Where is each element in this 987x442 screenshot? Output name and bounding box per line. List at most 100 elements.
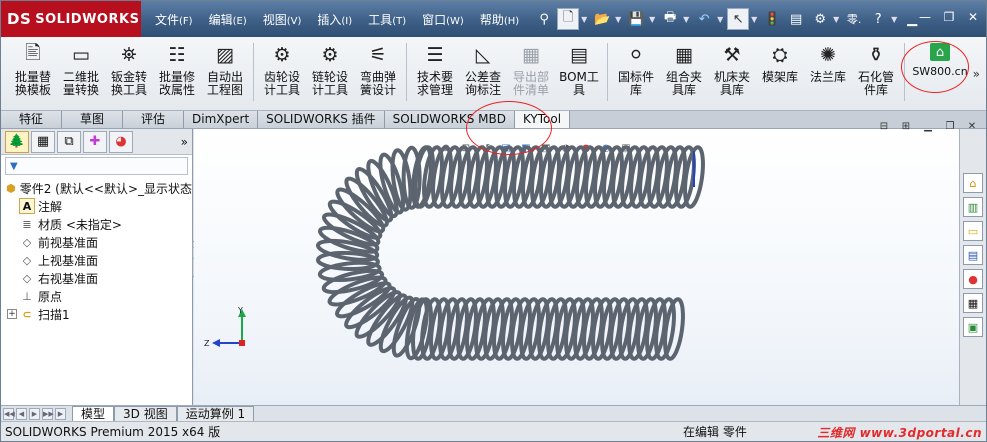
view-palette-icon[interactable]: ▤ [963, 245, 983, 265]
tech-req-icon: ☰ [426, 44, 444, 66]
dimxpert-manager-tab-icon[interactable]: ✚ [83, 130, 107, 153]
menu-item-3[interactable]: 插入(I) [309, 11, 360, 28]
ribbon-button-12[interactable]: ⚪ 国标件 库 [612, 43, 660, 97]
command-tab-1[interactable]: 草图 [62, 111, 124, 128]
display-manager-tab-icon[interactable]: ◕ [109, 130, 133, 153]
solidworks-logo[interactable]: DS SOLIDWORKS [1, 1, 141, 37]
feature-tree-tab-icon[interactable]: 🌲 [5, 130, 29, 153]
command-tab-4[interactable]: SOLIDWORKS 插件 [258, 111, 385, 128]
ribbon-button-7[interactable]: ⚟ 弯曲弹 簧设计 [354, 43, 402, 97]
bent-spring-model[interactable] [194, 129, 959, 405]
file-explorer-icon[interactable]: ▭ [963, 221, 983, 241]
solidworks-forum-icon[interactable]: ▣ [963, 317, 983, 337]
ribbon-button-13[interactable]: ▦ 组合夹 具库 [660, 43, 708, 97]
ribbon-button-8[interactable]: ☰ 技术要 求管理 [411, 43, 459, 97]
ribbon-button-5[interactable]: ⚙ 齿轮设 计工具 [258, 43, 306, 97]
save-icon[interactable]: 💾 [625, 8, 647, 30]
ribbon-button-0[interactable]: 🖹 批量替 换模板 [9, 42, 57, 97]
save-dropdown-icon[interactable]: ▼ [649, 15, 657, 24]
menu-label: 编辑 [208, 12, 233, 27]
tree-item-label: 材质 <未指定> [38, 217, 122, 232]
tree-item-0[interactable]: A 注解 [1, 197, 192, 215]
menu-label: 工具 [368, 12, 393, 27]
tab-last-icon[interactable]: ▶▶ [42, 407, 54, 420]
menu-item-2[interactable]: 视图(V) [255, 11, 310, 28]
menu-item-4[interactable]: 工具(T) [360, 11, 414, 28]
print-icon[interactable]: 🖶 [659, 8, 681, 30]
open-dropdown-icon[interactable]: ▼ [615, 15, 623, 24]
model-tab-0[interactable]: 模型 [72, 406, 115, 421]
minimize-icon[interactable]: — [916, 9, 934, 25]
new-dropdown-icon[interactable]: ▼ [581, 15, 589, 24]
task-pane: ⌂ ▥ ▭ ▤ ● ▦ ▣ [959, 129, 986, 405]
tab-next-icon[interactable]: ▶ [29, 407, 40, 420]
property-manager-tab-icon[interactable]: ▦ [31, 130, 55, 153]
tree-item-2[interactable]: ◇ 前视基准面 [1, 233, 192, 251]
undo-dropdown-icon[interactable]: ▼ [717, 15, 725, 24]
tree-item-4[interactable]: ◇ 右视基准面 [1, 269, 192, 287]
solidworks-resources-icon[interactable]: ⌂ [963, 173, 983, 193]
tab-prev-icon[interactable]: ◀ [16, 407, 27, 420]
menu-item-1[interactable]: 编辑(E) [201, 11, 255, 28]
print-dropdown-icon[interactable]: ▼ [683, 15, 691, 24]
help-dropdown-icon[interactable]: ▼ [891, 15, 899, 24]
fm-more-button[interactable]: » [181, 135, 188, 149]
command-tab-2[interactable]: 评估 [123, 111, 185, 128]
ribbon-more-button[interactable]: » [973, 67, 980, 81]
ribbon-separator [406, 43, 407, 101]
ribbon-button-1[interactable]: ▭ 二维批 量转换 [57, 43, 105, 97]
close-icon[interactable]: ✕ [964, 9, 982, 25]
graphics-area[interactable]: ⊕ ⊡ ↺ ▣ ◧ ◩ ◔ ● ◐ ▤ ⊟ ⊞ ▁ ❐ ✕ Y Z [194, 121, 976, 405]
traffic-light-icon[interactable]: 🚦 [761, 8, 783, 30]
command-tab-3[interactable]: DimXpert [184, 111, 259, 128]
ribbon-button-4[interactable]: ▨ 自动出 工程图 [201, 43, 249, 97]
help-menu[interactable]: 零. [843, 8, 865, 30]
ribbon-button-6[interactable]: ⚙ 链轮设 计工具 [306, 43, 354, 97]
tab-scroll-icon[interactable]: ▶ [55, 407, 66, 420]
tab-first-icon[interactable]: ◀◀ [3, 407, 15, 420]
model-tab-1[interactable]: 3D 视图 [114, 406, 177, 421]
feature-manager-tabs: 🌲 ▦ ⧉ ✚ ◕ » [1, 129, 192, 155]
ribbon-button-15[interactable]: ⛭ 模架库 [756, 43, 804, 84]
tree-item-3[interactable]: ◇ 上视基准面 [1, 251, 192, 269]
tree-item-6[interactable]: + ⊂ 扫描1 [1, 305, 192, 323]
open-folder-icon[interactable]: 📂 [591, 8, 613, 30]
tree-item-5[interactable]: ⊥ 原点 [1, 287, 192, 305]
restore-icon[interactable]: ❐ [940, 9, 958, 25]
ribbon-button-10[interactable]: ▦ 导出部 件清单 [507, 43, 555, 97]
tree-filter[interactable]: ▼ [5, 157, 188, 175]
ribbon-button-11[interactable]: ▤ BOM工 具 [555, 43, 603, 97]
select-cursor-icon[interactable]: ↖ [727, 8, 750, 30]
new-document-icon[interactable]: 🗋 [557, 8, 580, 30]
options-gear-icon[interactable]: ⚙ [809, 8, 831, 30]
appearances-icon[interactable]: ● [963, 269, 983, 289]
undo-icon[interactable]: ↶ [693, 8, 715, 30]
expand-toggle-icon[interactable]: + [7, 309, 17, 319]
tree-item-1[interactable]: ≣ 材质 <未指定> [1, 215, 192, 233]
menu-item-5[interactable]: 窗口(W) [414, 11, 472, 28]
ribbon-button-16[interactable]: ✺ 法兰库 [804, 43, 852, 84]
ribbon-button-2[interactable]: ⛯ 钣金转 换工具 [105, 43, 153, 97]
brand-name: SOLIDWORKS [35, 11, 140, 27]
menu-item-6[interactable]: 帮助(H) [472, 11, 527, 28]
menu-accelerator: (F) [179, 15, 193, 27]
tree-root-part[interactable]: ⬢ 零件2 (默认<<默认>_显示状态 [1, 179, 192, 197]
configuration-manager-tab-icon[interactable]: ⧉ [57, 130, 81, 153]
select-dropdown-icon[interactable]: ▼ [751, 15, 759, 24]
model-tab-2[interactable]: 运动算例 1 [176, 406, 255, 421]
ribbon-button-3[interactable]: ☷ 批量修 改属性 [153, 43, 201, 97]
options-dropdown-icon[interactable]: ▼ [833, 15, 841, 24]
command-tab-0[interactable]: 特征 [1, 111, 63, 128]
watermark-text: 三维网 www.3dportal.cn [817, 426, 982, 440]
plane-icon: ◇ [22, 253, 32, 267]
design-library-icon[interactable]: ▥ [963, 197, 983, 217]
custom-properties-icon[interactable]: ▦ [963, 293, 983, 313]
menu-label: 文件 [155, 12, 180, 27]
file-properties-icon[interactable]: ▤ [785, 8, 807, 30]
ribbon-button-9[interactable]: ◺ 公差查 询标注 [459, 43, 507, 97]
ribbon-button-17[interactable]: ⚱ 石化管 件库 [852, 43, 900, 97]
pin-icon[interactable]: ⚲ [533, 8, 555, 30]
menu-item-0[interactable]: 文件(F) [147, 11, 201, 28]
help-icon[interactable]: ? [867, 8, 889, 30]
ribbon-button-14[interactable]: ⚒ 机床夹 具库 [708, 43, 756, 97]
